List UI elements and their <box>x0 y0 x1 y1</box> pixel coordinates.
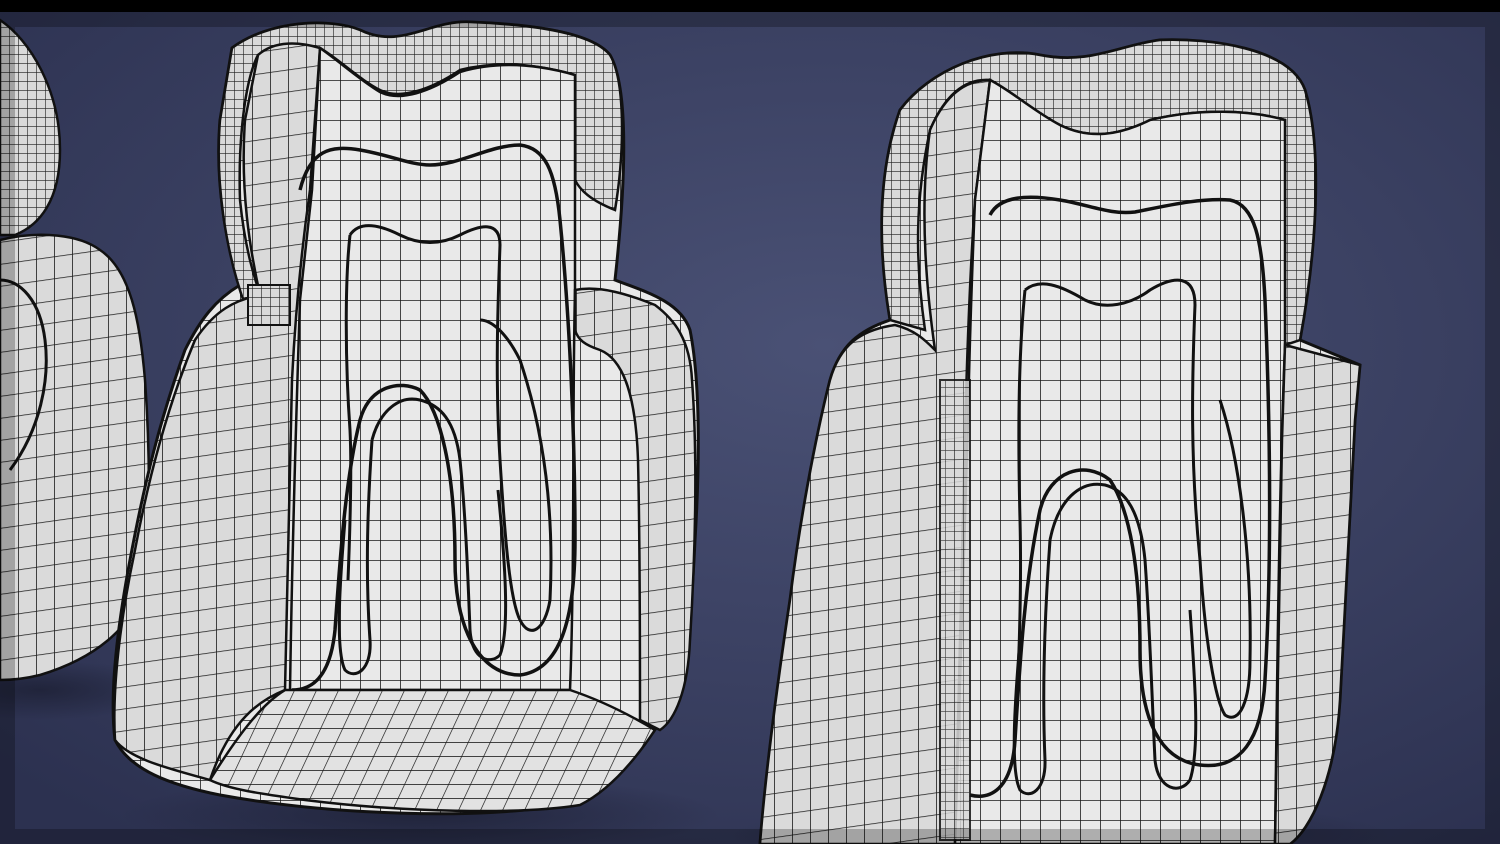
wireframe-render <box>0 12 1500 844</box>
tooth-center-floor <box>208 688 657 813</box>
tooth-center-section-face <box>288 45 577 692</box>
tooth-center-cervical-band <box>247 284 291 326</box>
tooth-right-cervical-band <box>939 379 971 841</box>
letterbox-bar <box>0 0 1500 12</box>
render-viewport <box>0 0 1500 844</box>
